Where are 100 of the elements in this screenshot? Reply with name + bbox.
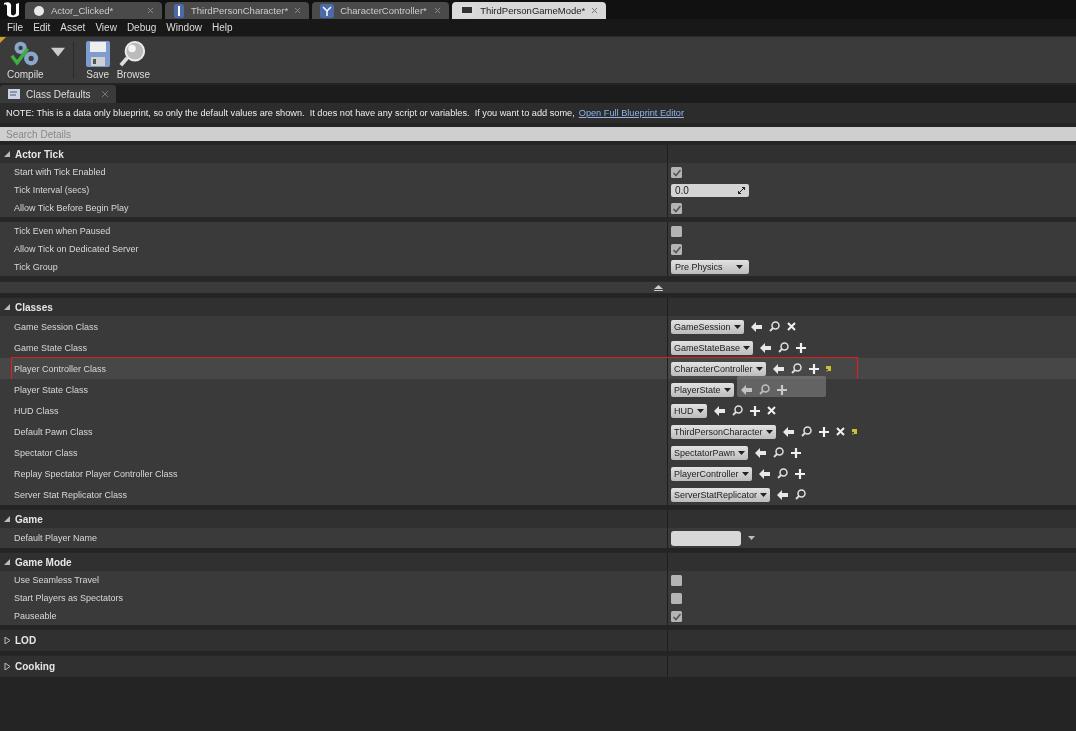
search-icon[interactable] <box>790 363 802 374</box>
drag-arrows-icon <box>738 186 745 194</box>
search-icon[interactable] <box>800 426 812 437</box>
class-dropdown[interactable]: GameSession <box>671 319 744 334</box>
left-arrow-icon[interactable] <box>713 405 725 416</box>
property-label: Start Players as Spectators <box>14 593 124 603</box>
checkbox[interactable] <box>671 202 682 214</box>
caret-icon <box>765 429 773 434</box>
caret-icon[interactable] <box>748 536 755 540</box>
property-label: Default Pawn Class <box>14 426 93 437</box>
checkbox[interactable] <box>671 166 682 178</box>
property-label: HUD Class <box>14 405 59 416</box>
menu-item[interactable]: Help <box>206 22 238 33</box>
property-label: Replay Spectator Player Controller Class <box>14 468 178 479</box>
property-label: Server Stat Replicator Class <box>14 489 128 500</box>
property-label: Game State Class <box>14 342 88 353</box>
left-arrow-icon[interactable] <box>750 321 762 332</box>
collapse-arrow-icon[interactable] <box>4 558 11 566</box>
section-title[interactable]: Classes <box>15 301 53 313</box>
editor-tab[interactable]: ThirdPersonGameMode* <box>452 2 607 19</box>
reset-arrow-icon[interactable] <box>851 428 859 435</box>
property-label: Tick Interval (secs) <box>14 185 90 195</box>
compile-button[interactable]: Compile <box>4 38 47 82</box>
checkbox[interactable] <box>671 243 682 255</box>
plus-icon[interactable] <box>791 447 802 458</box>
plus-icon[interactable] <box>796 342 807 353</box>
search-icon[interactable] <box>768 321 780 332</box>
collapse-arrow-icon[interactable] <box>4 303 11 311</box>
property-label: Start with Tick Enabled <box>14 167 106 177</box>
document-icon <box>8 89 20 99</box>
property-label: Tick Group <box>14 262 58 272</box>
reset-arrow-icon[interactable] <box>825 365 833 372</box>
section-title[interactable]: Game Mode <box>15 556 72 568</box>
class-dropdown[interactable]: ServerStatReplicator <box>671 487 771 502</box>
search-icon[interactable] <box>776 468 788 479</box>
caret-icon <box>741 471 749 476</box>
checkbox[interactable] <box>671 225 682 237</box>
class-dropdown[interactable]: SpectatorPawn <box>671 445 749 460</box>
browse-button[interactable]: Browse <box>113 38 154 82</box>
collapse-arrow-icon[interactable] <box>4 515 11 523</box>
left-arrow-icon[interactable] <box>755 447 767 458</box>
dropdown[interactable]: Pre Physics <box>671 260 749 274</box>
property-label: Player Controller Class <box>14 363 107 374</box>
collapse-advanced-icon[interactable] <box>653 284 663 291</box>
property-label: Default Player Name <box>14 533 98 543</box>
editor-link[interactable]: Open Full Blueprint Editor <box>578 108 684 118</box>
expand-arrow-icon[interactable] <box>4 663 11 670</box>
menu-item[interactable]: Debug <box>121 22 162 33</box>
search-field[interactable]: Search Details <box>0 127 1076 141</box>
left-arrow-icon[interactable] <box>760 342 772 353</box>
menu-item[interactable]: File <box>2 22 29 33</box>
caret-icon <box>743 345 751 350</box>
property-label: Player State Class <box>14 384 89 395</box>
plus-icon[interactable] <box>794 468 805 479</box>
section-title[interactable]: Actor Tick <box>15 148 64 160</box>
search-icon[interactable] <box>731 405 743 416</box>
menu-item[interactable]: Asset <box>55 22 91 33</box>
property-label: Use Seamless Travel <box>14 575 100 585</box>
property-label: Allow Tick on Dedicated Server <box>14 244 139 254</box>
class-dropdown[interactable]: HUD <box>671 403 707 418</box>
number-field[interactable]: 0.0 <box>671 183 749 197</box>
search-icon[interactable] <box>778 342 790 353</box>
text-field[interactable] <box>671 530 741 546</box>
section-title[interactable]: Game <box>15 513 43 525</box>
caret-icon <box>696 408 704 413</box>
class-dropdown[interactable]: PlayerState <box>671 382 734 397</box>
caret-icon <box>736 265 743 269</box>
class-dropdown[interactable]: PlayerController <box>671 466 752 481</box>
checkbox[interactable] <box>671 610 682 622</box>
left-arrow-icon[interactable] <box>758 468 770 479</box>
section-title[interactable]: Cooking <box>15 661 55 672</box>
editor-tab[interactable]: Actor_Clicked* <box>25 2 162 19</box>
class-dropdown[interactable]: ThirdPersonCharacter <box>671 424 776 439</box>
search-icon[interactable] <box>795 489 807 500</box>
notice-text: NOTE: This is a data only blueprint, so only the default values are shown. It does not have any script or variables. If you want to add some, <box>6 108 575 118</box>
caret-icon <box>738 450 746 455</box>
collapse-arrow-icon[interactable] <box>4 150 11 158</box>
checkbox[interactable] <box>671 592 682 604</box>
editor-tab[interactable]: CharacterController* <box>312 2 450 19</box>
search-icon[interactable] <box>773 447 785 458</box>
class-dropdown[interactable]: GameStateBase <box>671 340 754 355</box>
panel-tab[interactable]: Class Defaults <box>0 85 116 103</box>
expand-arrow-icon[interactable] <box>4 637 11 644</box>
left-arrow-icon[interactable] <box>782 426 794 437</box>
left-arrow-icon[interactable] <box>772 363 784 374</box>
checkbox[interactable] <box>671 574 682 586</box>
caret-icon <box>755 366 763 371</box>
class-dropdown[interactable]: CharacterController <box>671 361 766 376</box>
menu-item[interactable]: Window <box>161 22 207 33</box>
section-title[interactable]: LOD <box>15 635 37 646</box>
editor-tab[interactable]: ThirdPersonCharacter* <box>165 2 310 19</box>
menu-item[interactable]: Edit <box>28 22 56 33</box>
plus-icon[interactable] <box>818 426 829 437</box>
caret-icon <box>760 492 768 497</box>
menu-item[interactable]: View <box>90 22 122 33</box>
left-arrow-icon[interactable] <box>777 489 789 500</box>
plus-icon[interactable] <box>808 363 819 374</box>
figure-icon <box>173 3 185 18</box>
plus-icon[interactable] <box>749 405 760 416</box>
save-button[interactable]: Save <box>81 38 114 82</box>
